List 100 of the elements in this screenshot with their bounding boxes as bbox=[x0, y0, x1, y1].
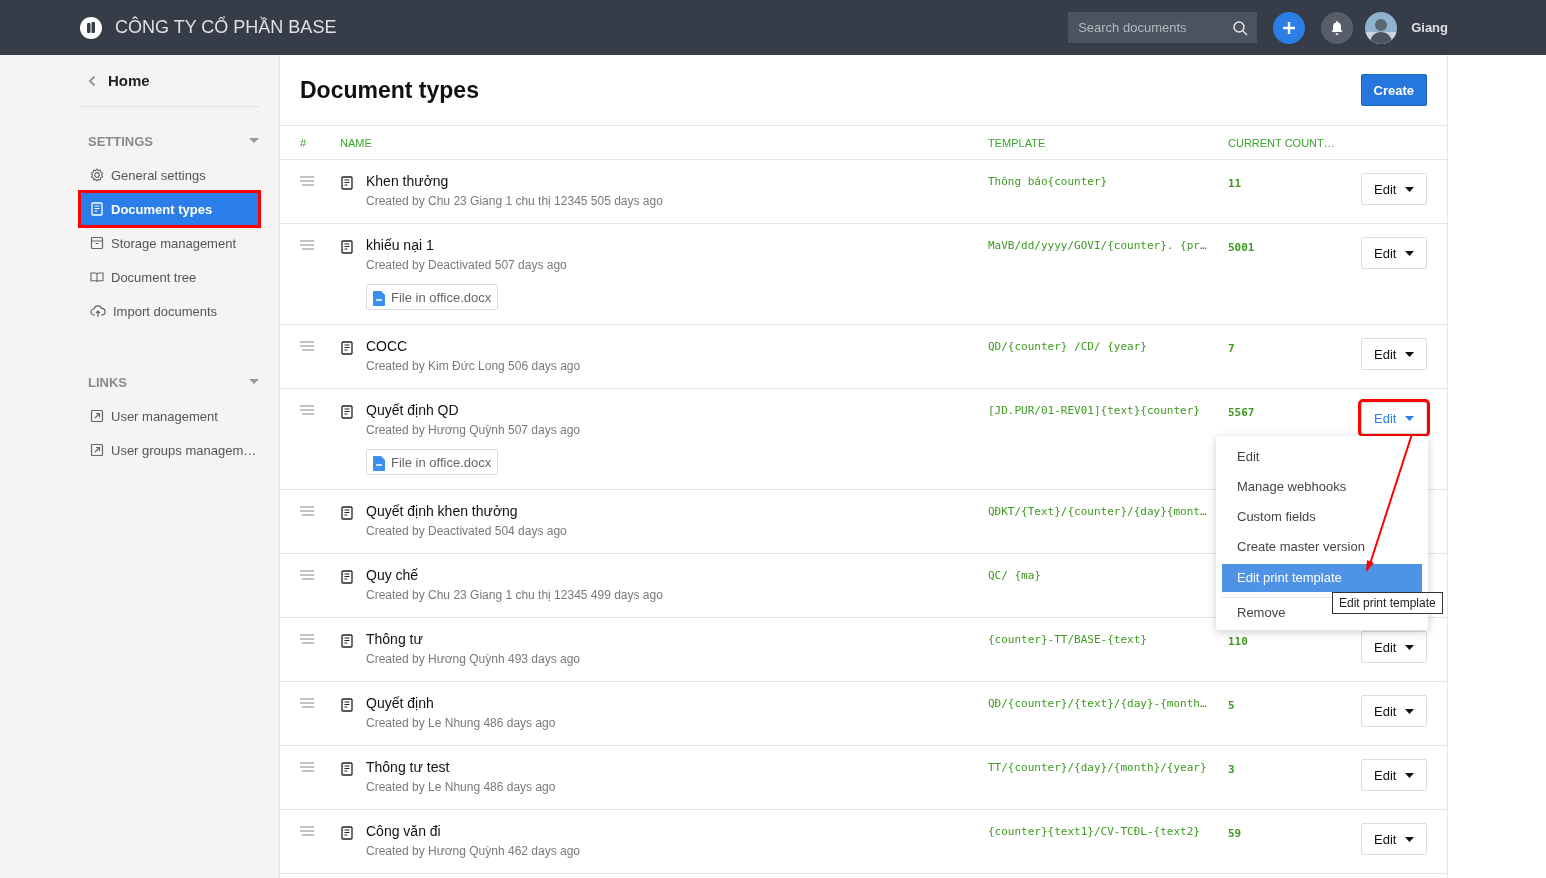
file-chip[interactable]: File in office.docx bbox=[366, 284, 499, 310]
created-info: Created by Hương Quỳnh 507 days ago bbox=[366, 423, 581, 437]
column-header: TEMPLATE bbox=[988, 136, 1047, 149]
document-icon bbox=[340, 405, 354, 419]
edit-dropdown-button[interactable]: Edit bbox=[1361, 173, 1427, 205]
created-info: Created by Chu 23 Giang 1 chu thị 12345 499 days ago bbox=[366, 588, 663, 602]
caret-icon bbox=[1405, 836, 1415, 842]
document-icon bbox=[340, 698, 354, 712]
edit-dropdown-button[interactable]: Edit bbox=[1361, 695, 1427, 727]
book-icon bbox=[90, 270, 104, 284]
edit-dropdown-button[interactable]: Edit bbox=[1361, 338, 1427, 370]
template-text: QĐKT/{Text}/{counter}/{day}{mont… bbox=[988, 505, 1207, 518]
template-text: QC/ {ma} bbox=[988, 569, 1041, 582]
company-name: CÔNG TY CỔ PHẦN BASE bbox=[115, 17, 338, 38]
template-text: Thông báo{counter} bbox=[988, 175, 1108, 188]
caret-icon bbox=[1405, 772, 1415, 778]
file-icon bbox=[373, 456, 385, 471]
create-button[interactable]: Create bbox=[1360, 74, 1427, 106]
drag-handle-icon[interactable] bbox=[300, 506, 314, 516]
caret-icon[interactable] bbox=[249, 138, 259, 144]
menu-item[interactable]: Create master version bbox=[1222, 532, 1422, 562]
page-title: Document types bbox=[300, 76, 479, 104]
sidebar-item[interactable]: General settings bbox=[80, 158, 259, 192]
home-link[interactable]: Home bbox=[108, 72, 150, 89]
counter-value: 11 bbox=[1228, 177, 1242, 190]
drag-handle-icon[interactable] bbox=[300, 341, 314, 351]
drag-handle-icon[interactable] bbox=[300, 762, 314, 772]
drag-handle-icon[interactable] bbox=[300, 176, 314, 186]
sidebar-item[interactable]: Import documents bbox=[80, 294, 259, 328]
counter-value: 5567 bbox=[1228, 406, 1255, 419]
template-text: QD/{counter} /CD/ {year} bbox=[988, 340, 1147, 353]
document-type-name: Quyết định QD bbox=[366, 402, 460, 419]
drag-handle-icon[interactable] bbox=[300, 634, 314, 644]
menu-item[interactable]: Custom fields bbox=[1222, 502, 1422, 532]
storage-icon bbox=[90, 236, 104, 250]
counter-value: 3 bbox=[1228, 763, 1235, 776]
external-link-icon bbox=[90, 443, 104, 457]
template-text: {counter}-TT/BASE-{text} bbox=[988, 633, 1147, 646]
document-icon bbox=[340, 341, 354, 355]
column-header: # bbox=[300, 136, 308, 149]
section-title: LINKS bbox=[88, 374, 127, 390]
drag-handle-icon[interactable] bbox=[300, 240, 314, 250]
edit-dropdown-button[interactable]: Edit bbox=[1361, 631, 1427, 663]
file-icon bbox=[373, 291, 385, 306]
tooltip: Edit print template bbox=[1332, 592, 1443, 614]
document-icon bbox=[340, 634, 354, 648]
caret-icon bbox=[1405, 644, 1415, 650]
search-field[interactable]: Search documents bbox=[1068, 12, 1258, 43]
counter-value: 5 bbox=[1228, 699, 1235, 712]
sidebar-item[interactable]: Storage management bbox=[80, 226, 259, 260]
sidebar-item[interactable]: User groups managem… bbox=[80, 433, 259, 467]
caret-icon bbox=[1405, 250, 1415, 256]
avatar[interactable] bbox=[1365, 11, 1398, 44]
counter-value: 110 bbox=[1228, 635, 1248, 648]
caret-icon bbox=[1405, 708, 1415, 714]
menu-item[interactable]: Edit bbox=[1222, 442, 1422, 472]
document-icon bbox=[340, 826, 354, 840]
drag-handle-icon[interactable] bbox=[300, 826, 314, 836]
document-type-name: Công văn đi bbox=[366, 823, 442, 840]
created-info: Created by Chu 23 Giang 1 chu thị 12345 505 days ago bbox=[366, 194, 663, 208]
search-icon bbox=[1232, 20, 1249, 36]
sidebar-item[interactable]: User management bbox=[80, 399, 259, 433]
document-type-name: Khen thưởng bbox=[366, 173, 450, 190]
back-chevron-icon[interactable] bbox=[88, 74, 96, 87]
document-icon bbox=[90, 202, 104, 216]
sidebar-item[interactable]: Document tree bbox=[80, 260, 259, 294]
cloud-upload-icon bbox=[90, 304, 106, 318]
section-title: SETTINGS bbox=[88, 133, 153, 149]
created-info: Created by Deactivated 507 days ago bbox=[366, 258, 567, 272]
document-icon bbox=[340, 506, 354, 520]
edit-dropdown-button[interactable]: Edit bbox=[1361, 759, 1427, 791]
caret-icon[interactable] bbox=[249, 379, 259, 385]
drag-handle-icon[interactable] bbox=[300, 698, 314, 708]
sidebar-item[interactable]: Document types bbox=[80, 192, 259, 226]
drag-handle-icon[interactable] bbox=[300, 405, 314, 415]
created-info: Created by Deactivated 504 days ago bbox=[366, 524, 567, 538]
drag-handle-icon[interactable] bbox=[300, 570, 314, 580]
document-icon bbox=[340, 570, 354, 584]
caret-icon bbox=[1405, 186, 1415, 192]
document-type-name: khiếu nại 1 bbox=[366, 237, 435, 254]
caret-icon bbox=[1405, 351, 1415, 357]
column-header: CURRENT COUNT… bbox=[1228, 136, 1336, 149]
document-type-name: Quyết định khen thưởng bbox=[366, 503, 519, 520]
add-button[interactable] bbox=[1273, 11, 1306, 44]
external-link-icon bbox=[90, 409, 104, 423]
file-chip[interactable]: File in office.docx bbox=[366, 449, 499, 475]
created-info: Created by Le Nhung 486 days ago bbox=[366, 716, 556, 730]
gear-icon bbox=[90, 168, 104, 182]
edit-dropdown-button[interactable]: Edit bbox=[1361, 823, 1427, 855]
notifications-button[interactable] bbox=[1321, 11, 1354, 44]
template-text: QĐ/{counter}/{text}/{day}-{month… bbox=[988, 697, 1207, 710]
user-name[interactable]: Giang bbox=[1411, 20, 1448, 35]
column-header: NAME bbox=[340, 136, 373, 149]
plus-icon bbox=[1282, 20, 1297, 35]
edit-dropdown-button[interactable]: Edit bbox=[1361, 237, 1427, 269]
bell-icon bbox=[1330, 19, 1345, 36]
document-type-name: Thông tư bbox=[366, 631, 424, 648]
menu-item[interactable]: Manage webhooks bbox=[1222, 472, 1422, 502]
created-info: Created by Hương Quỳnh 462 days ago bbox=[366, 844, 581, 858]
edit-dropdown-button[interactable]: Edit bbox=[1361, 402, 1427, 434]
